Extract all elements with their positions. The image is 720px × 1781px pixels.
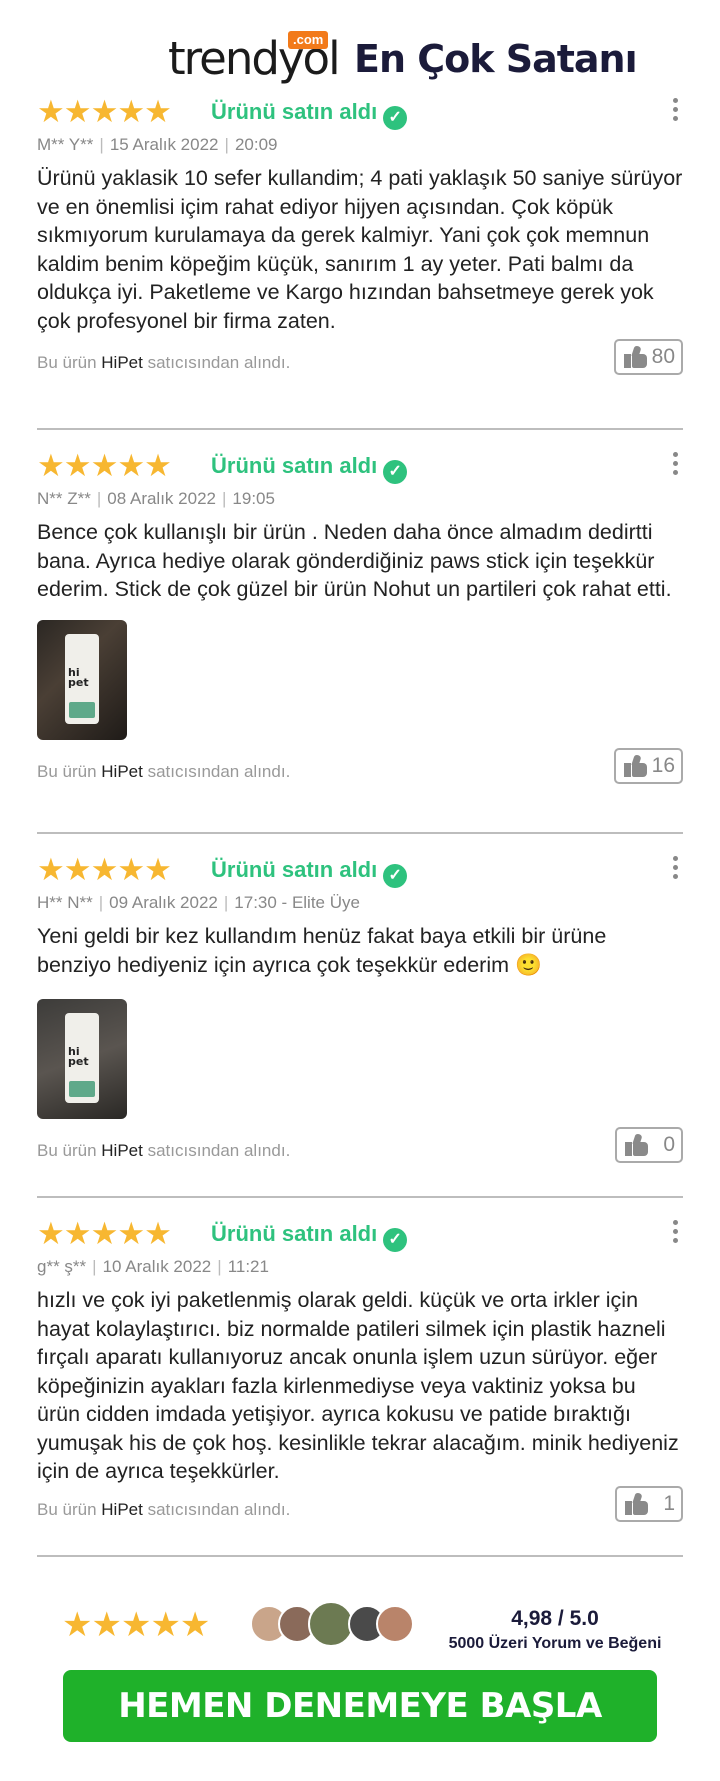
header: trendyol .com En Çok Satanı <box>0 18 720 98</box>
bottle-label: hi pet <box>68 1045 89 1068</box>
review-text: Ürünü yaklasik 10 sefer kullandim; 4 pat… <box>37 166 683 333</box>
more-options-icon[interactable] <box>667 852 683 886</box>
divider <box>37 1196 683 1198</box>
trendyol-logo: trendyol .com <box>168 31 341 96</box>
seller-name: HiPet <box>101 761 143 781</box>
more-options-icon[interactable] <box>667 1216 683 1250</box>
like-count: 80 <box>651 345 675 368</box>
seller-suffix: satıcısından alındı. <box>147 761 291 781</box>
review-author: M** Y** <box>37 135 94 154</box>
bottle-label: hi pet <box>68 665 89 689</box>
review-time: 20:09 <box>234 135 278 154</box>
seller-prefix: Bu ürün <box>37 1141 97 1160</box>
review-author: g** ş** <box>37 1257 87 1276</box>
review-date: 15 Aralık 2022 <box>109 135 219 154</box>
check-circle-icon: ✓ <box>383 1228 408 1252</box>
review-time: 19:05 <box>232 489 275 508</box>
seller-prefix: Bu ürün <box>37 1499 97 1519</box>
check-circle-icon: ✓ <box>383 460 408 484</box>
seller-prefix: Bu ürün <box>37 761 97 781</box>
verified-buyer-label: Ürünü satın aldı <box>211 453 378 478</box>
seller-info: Bu ürün HiPet satıcısından alındı. <box>37 1500 290 1520</box>
divider <box>37 1555 683 1557</box>
check-circle-icon: ✓ <box>383 864 408 888</box>
like-button[interactable]: 80 <box>613 339 683 375</box>
rating-stars: ★★★★★ <box>37 448 172 484</box>
more-options-icon[interactable] <box>667 94 683 128</box>
review-time: 11:21 <box>227 1257 269 1276</box>
review-date: 10 Aralık 2022 <box>102 1257 212 1276</box>
check-circle-icon: ✓ <box>383 106 408 130</box>
seller-info: Bu ürün HiPet satıcısından alındı. <box>37 1141 290 1161</box>
seller-name: HiPet <box>101 1141 143 1160</box>
review-meta: H** N** | 09 Aralık 2022 | 17:30 - Elite Üye <box>37 893 360 912</box>
start-trial-button[interactable]: HEMEN DENEMEYE BAŞLA <box>63 1670 657 1742</box>
review-author: N** Z** <box>37 489 91 508</box>
review-author: H** N** <box>37 893 93 912</box>
seller-name: HiPet <box>101 353 143 372</box>
review-meta: g** ş** | 10 Aralık 2022 | 11:21 <box>37 1257 269 1276</box>
rating-summary: ★★★★★ 4,98 / 5.0 5000 Üzeri Yorum ve Beğ… <box>0 1597 720 1657</box>
more-options-icon[interactable] <box>667 448 683 482</box>
divider <box>37 428 683 430</box>
review-photo[interactable]: hi pet <box>37 619 127 740</box>
verified-buyer-label: Ürünü satın aldı <box>211 857 378 882</box>
thumbs-up-icon <box>623 345 648 368</box>
avatar <box>376 1605 414 1643</box>
like-count: 16 <box>651 753 675 777</box>
seller-suffix: satıcısından alındı. <box>147 1141 291 1160</box>
like-button[interactable]: 0 <box>615 1127 683 1163</box>
verified-buyer-label: Ürünü satın aldı <box>211 1221 378 1246</box>
thumbs-up-icon <box>625 1491 649 1515</box>
like-count: 1 <box>663 1491 675 1515</box>
review-date: 08 Aralık 2022 <box>107 489 216 508</box>
seller-name: HiPet <box>101 1499 143 1519</box>
average-score: 4,98 / 5.0 <box>511 1607 599 1630</box>
product-bottle: hi pet <box>65 1013 99 1103</box>
review-text: hızlı ve çok iyi paketlenmiş olarak geld… <box>37 1288 679 1483</box>
review-date: 09 Aralık 2022 <box>109 893 218 912</box>
review-card: ★★★★★ Ürünü satın aldı ✓ H** N** | 09 Aralı… <box>37 852 683 1167</box>
page-title: En Çok Satanı <box>354 37 638 81</box>
review-card: ★★★★★ Ürünü satın aldı ✓ M** Y** | 15 Aralı… <box>37 94 683 379</box>
rating-stars: ★★★★★ <box>37 94 172 130</box>
review-meta: M** Y** | 15 Aralık 2022 | 20:09 <box>37 135 278 154</box>
like-count: 0 <box>663 1133 675 1156</box>
review-photo[interactable]: hi pet <box>37 999 127 1119</box>
verified-buyer-label: Ürünü satın aldı <box>211 99 378 124</box>
product-bottle: hi pet <box>65 633 99 724</box>
verified-buyer-badge: Ürünü satın aldı ✓ <box>211 856 408 888</box>
seller-info: Bu ürün HiPet satıcısından alındı. <box>37 353 290 373</box>
rating-stars: ★★★★★ <box>37 1216 172 1252</box>
verified-buyer-badge: Ürünü satın aldı ✓ <box>211 98 408 130</box>
thumbs-up-icon <box>625 1133 649 1156</box>
customer-avatars <box>250 1601 420 1647</box>
review-text: Bence çok kullanışlı bir ürün . Neden da… <box>37 520 672 601</box>
seller-suffix: satıcısından alındı. <box>147 353 291 372</box>
review-time: 17:30 - Elite Üye <box>234 893 360 912</box>
review-text: Yeni geldi bir kez kullandım henüz fakat… <box>37 924 607 977</box>
like-button[interactable]: 16 <box>613 747 683 784</box>
summary-stars: ★★★★★ <box>62 1605 210 1645</box>
logo-suffix: .com <box>288 31 329 49</box>
verified-buyer-badge: Ürünü satın aldı ✓ <box>211 452 408 484</box>
verified-buyer-badge: Ürünü satın aldı ✓ <box>211 1220 408 1252</box>
review-card: ★★★★★ Ürünü satın aldı ✓ g** ş** | 10 Aralı… <box>37 1216 683 1526</box>
seller-prefix: Bu ürün <box>37 353 97 372</box>
divider <box>37 832 683 834</box>
like-button[interactable]: 1 <box>615 1485 683 1522</box>
rating-stars: ★★★★★ <box>37 852 172 888</box>
seller-suffix: satıcısından alındı. <box>147 1499 291 1519</box>
seller-info: Bu ürün HiPet satıcısından alındı. <box>37 762 290 782</box>
review-count-label: 5000 Üzeri Yorum ve Beğeni <box>448 1635 662 1652</box>
thumbs-up-icon <box>623 753 648 777</box>
review-card: ★★★★★ Ürünü satın aldı ✓ N** Z** | 08 Aralı… <box>37 448 683 788</box>
review-meta: N** Z** | 08 Aralık 2022 | 19:05 <box>37 489 275 508</box>
